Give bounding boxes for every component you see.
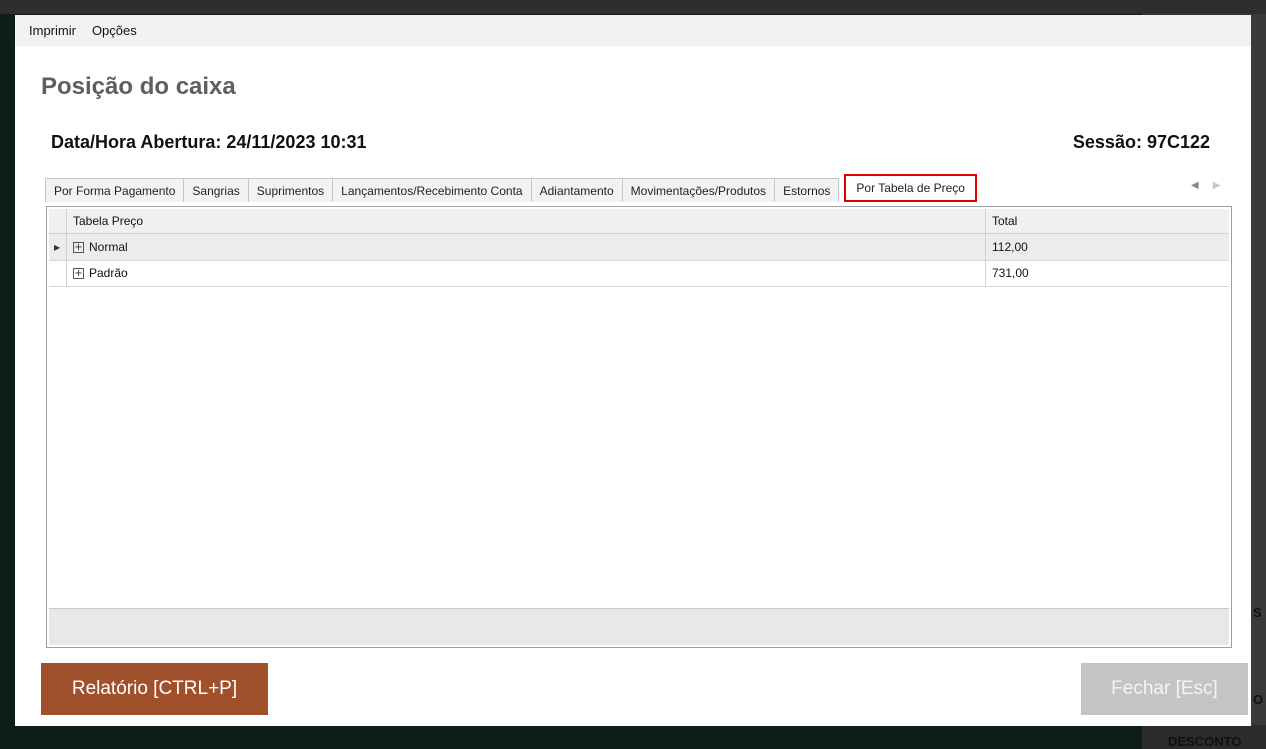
background-fragment: O	[1253, 692, 1264, 707]
grid-footer	[49, 608, 1229, 645]
tab-payment-method[interactable]: Por Forma Pagamento	[45, 178, 185, 202]
grid-header: Tabela Preço Total	[49, 209, 1229, 234]
price-table-name: Normal	[89, 240, 128, 254]
session-id: Sessão: 97C122	[1072, 132, 1210, 152]
background-fragment: S	[1253, 605, 1262, 620]
menu-bar: Imprimir Opções	[15, 15, 1251, 46]
chevron-left-icon[interactable]: ◀	[1191, 180, 1213, 191]
tab-reversals[interactable]: Estornos	[774, 178, 840, 202]
current-row-arrow-icon: ▶	[54, 242, 61, 252]
row-indicator	[49, 260, 67, 286]
chevron-right-icon[interactable]: ▶	[1213, 180, 1235, 191]
background-top	[0, 0, 1266, 14]
price-table-grid: Tabela Preço Total ▶ + Normal 112,00 + P…	[46, 206, 1232, 648]
tab-advance[interactable]: Adiantamento	[530, 178, 623, 202]
column-header-total[interactable]: Total	[986, 209, 1231, 233]
opening-datetime: Data/Hora Abertura: 24/11/2023 10:31	[51, 132, 367, 152]
cash-position-window: Imprimir Opções Posição do caixa Data/Ho…	[15, 15, 1251, 726]
row-indicator: ▶	[49, 234, 67, 260]
expand-plus-icon[interactable]: +	[73, 241, 84, 253]
tab-account-entries[interactable]: Lançamentos/Recebimento Conta	[332, 178, 532, 202]
row-indicator-header	[49, 209, 67, 233]
price-table-total: 112,00	[992, 240, 1028, 254]
close-button[interactable]: Fechar [Esc]	[1081, 663, 1248, 715]
page-title: Posição do caixa	[41, 73, 236, 100]
tab-strip: Por Forma Pagamento Sangrias Suprimentos…	[45, 174, 977, 202]
tab-scroll-buttons: ◀▶	[1191, 180, 1234, 191]
menu-print[interactable]: Imprimir	[15, 23, 84, 38]
tab-price-table[interactable]: Por Tabela de Preço	[844, 174, 977, 202]
menu-options[interactable]: Opções	[84, 23, 145, 38]
background-fragment: DESCONTO	[1168, 734, 1242, 749]
tab-supplies[interactable]: Suprimentos	[247, 178, 334, 202]
table-row[interactable]: + Padrão 731,00	[49, 260, 1229, 287]
column-header-price-table[interactable]: Tabela Preço	[67, 209, 986, 233]
report-button[interactable]: Relatório [CTRL+P]	[41, 663, 268, 715]
price-table-name: Padrão	[89, 266, 128, 280]
tab-withdrawals[interactable]: Sangrias	[183, 178, 249, 202]
expand-plus-icon[interactable]: +	[73, 267, 84, 279]
tab-product-movements[interactable]: Movimentações/Produtos	[621, 178, 776, 202]
table-row[interactable]: ▶ + Normal 112,00	[49, 234, 1229, 261]
price-table-total: 731,00	[992, 266, 1029, 280]
